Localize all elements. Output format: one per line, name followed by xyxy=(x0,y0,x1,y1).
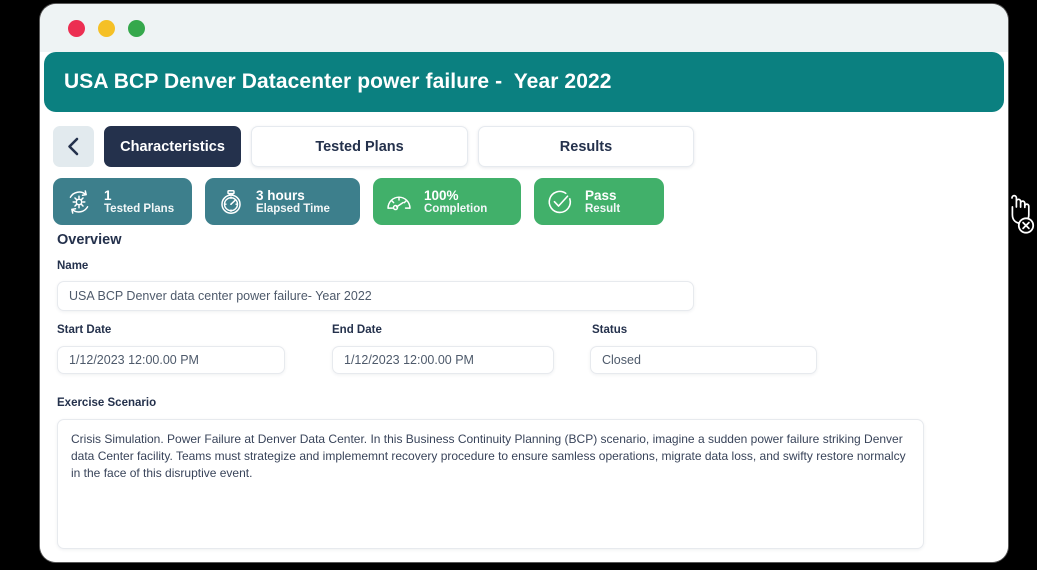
stat-card-label: Result xyxy=(585,202,621,215)
stat-card-label: Completion xyxy=(424,202,488,215)
stat-card-label: Elapsed Time xyxy=(256,202,330,215)
start-date-input[interactable]: 1/12/2023 12:00.00 PM xyxy=(57,346,285,374)
stat-card-completion[interactable]: 100% Completion xyxy=(373,178,521,225)
page-header-banner: USA BCP Denver Datacenter power failure … xyxy=(44,52,1004,112)
minimize-window-button[interactable] xyxy=(98,19,115,37)
tab-label: Results xyxy=(559,138,613,155)
exercise-scenario-textarea[interactable]: Crisis Simulation. Power Failure at Denv… xyxy=(57,419,924,549)
status-value: Closed xyxy=(602,353,641,367)
field-group-end-date: End Date 1/12/2023 12:00.00 PM xyxy=(329,324,590,374)
stat-card-row: 1 Tested Plans 3 hours Elapsed Time 100%… xyxy=(53,178,664,225)
status-input[interactable]: Closed xyxy=(590,346,817,374)
status-field-label: Status xyxy=(592,324,628,336)
start-date-field-label: Start Date xyxy=(57,324,112,336)
tab-tested-plans[interactable]: Tested Plans xyxy=(251,126,468,167)
stat-card-result[interactable]: Pass Result xyxy=(534,178,664,225)
app-window: USA BCP Denver Datacenter power failure … xyxy=(40,4,1008,562)
gauge-icon xyxy=(385,188,413,216)
end-date-value: 1/12/2023 12:00.00 PM xyxy=(344,353,474,367)
name-input-value: USA BCP Denver data center power failure… xyxy=(69,289,372,303)
field-group-status: Status Closed xyxy=(590,324,817,374)
tab-label: Tested Plans xyxy=(315,138,404,155)
tab-characteristics[interactable]: Characteristics xyxy=(104,126,241,167)
field-group-exercise-scenario: Exercise Scenario Crisis Simulation. Pow… xyxy=(57,397,937,549)
tab-bar: Characteristics Tested Plans Results xyxy=(53,126,694,167)
page-title: USA BCP Denver Datacenter power failure … xyxy=(64,70,612,93)
start-date-value: 1/12/2023 12:00.00 PM xyxy=(69,353,199,367)
check-circle-icon xyxy=(546,188,574,216)
overview-section-title: Overview xyxy=(57,232,122,248)
stat-card-tested-plans[interactable]: 1 Tested Plans xyxy=(53,178,192,225)
close-window-button[interactable] xyxy=(68,19,85,37)
end-date-input[interactable]: 1/12/2023 12:00.00 PM xyxy=(332,346,554,374)
stat-card-value: 3 hours xyxy=(256,187,305,203)
app-body: USA BCP Denver Datacenter power failure … xyxy=(40,52,1008,562)
stat-card-label: Tested Plans xyxy=(104,202,175,215)
chevron-left-icon xyxy=(66,137,81,156)
tab-label: Characteristics xyxy=(120,138,225,155)
field-group-name: Name USA BCP Denver data center power fa… xyxy=(57,260,694,311)
name-input[interactable]: USA BCP Denver data center power failure… xyxy=(57,281,694,311)
back-button[interactable] xyxy=(53,126,94,167)
stat-card-value: 100% xyxy=(424,187,459,203)
gear-refresh-icon xyxy=(65,188,93,216)
stat-card-elapsed-time[interactable]: 3 hours Elapsed Time xyxy=(205,178,360,225)
name-field-label: Name xyxy=(57,260,89,272)
window-titlebar xyxy=(40,4,1008,52)
exercise-scenario-field-label: Exercise Scenario xyxy=(57,397,157,409)
field-group-start-date: Start Date 1/12/2023 12:00.00 PM xyxy=(57,324,325,374)
stat-card-value: 1 xyxy=(104,187,112,203)
dates-status-row: Start Date 1/12/2023 12:00.00 PM End Dat… xyxy=(57,324,977,374)
stopwatch-icon xyxy=(217,188,245,216)
stat-card-value: Pass xyxy=(585,187,617,203)
exercise-scenario-value: Crisis Simulation. Power Failure at Denv… xyxy=(71,432,906,481)
pointer-no-drop-cursor xyxy=(1005,192,1037,238)
end-date-field-label: End Date xyxy=(332,324,382,336)
tab-results[interactable]: Results xyxy=(478,126,694,167)
maximize-window-button[interactable] xyxy=(128,19,145,37)
